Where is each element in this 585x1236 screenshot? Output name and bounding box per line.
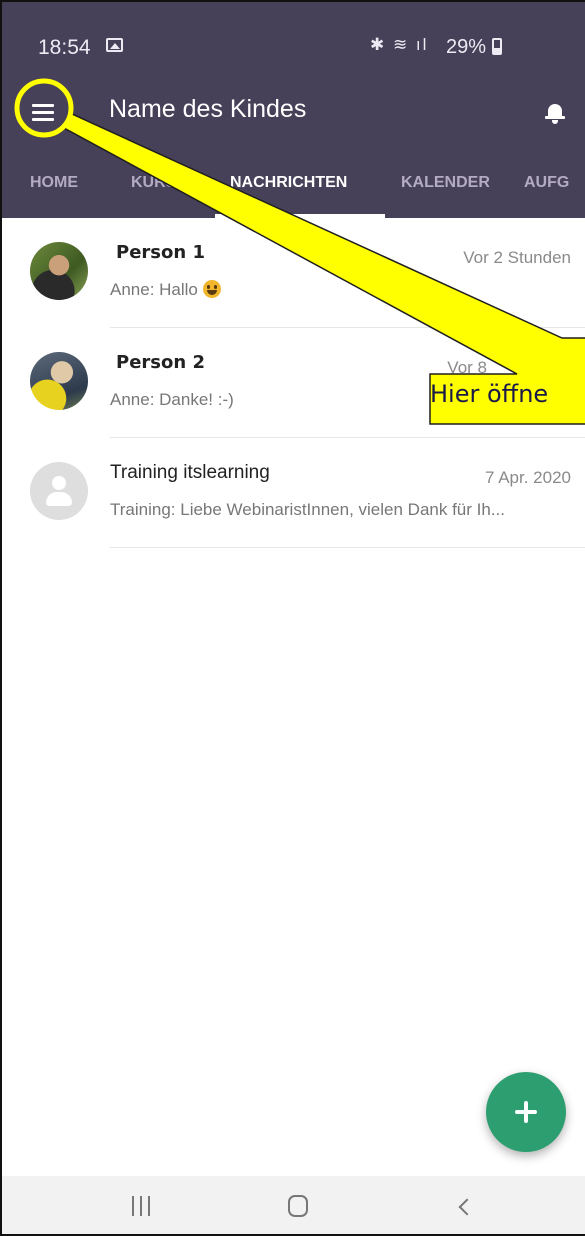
connectivity-icons: ✱ ≋ ıl: [370, 35, 429, 54]
message-preview: Training: Liebe WebinaristInnen, vielen …: [110, 500, 505, 519]
recents-icon[interactable]: [130, 1196, 152, 1216]
tab-aufgaben[interactable]: AUFG: [524, 174, 569, 192]
gallery-icon: [106, 38, 123, 52]
sender-name: Person 2: [116, 352, 205, 373]
message-preview: Anne: Hallo: [110, 280, 221, 300]
status-bar: 18:54 ✱ ≋ ıl 29%: [2, 2, 585, 86]
menu-button[interactable]: [22, 92, 68, 134]
message-time: Vor 2 Stunden: [463, 248, 571, 267]
hamburger-menu-icon: [32, 104, 54, 122]
message-preview: Anne: Danke! :-): [110, 390, 234, 409]
message-time: Vor 8: [447, 358, 487, 377]
sender-name: Training itslearning: [110, 462, 270, 483]
screen-frame: 18:54 ✱ ≋ ıl 29% Name des Kindes HOME KU…: [0, 0, 585, 1236]
annotation-text: Hier öffne: [430, 380, 549, 408]
tab-nachrichten[interactable]: NACHRICHTEN: [230, 174, 347, 192]
home-icon[interactable]: [288, 1195, 308, 1217]
message-row-person-1[interactable]: Person 1 Vor 2 Stunden Anne: Hallo: [2, 218, 585, 328]
tab-kalender[interactable]: KALENDER: [401, 174, 490, 192]
tab-bar: HOME KURSE NACHRICHTEN KALENDER AUFG: [2, 158, 585, 218]
status-time: 18:54: [38, 36, 91, 59]
avatar: [30, 242, 88, 300]
system-nav-bar: [2, 1176, 585, 1234]
app-bar: Name des Kindes: [2, 86, 585, 142]
avatar: [30, 352, 88, 410]
divider: [110, 547, 585, 548]
back-icon[interactable]: [454, 1196, 476, 1218]
app-title: Name des Kindes: [109, 95, 307, 123]
smiley-emoji-icon: [202, 280, 221, 298]
message-row-training[interactable]: Training itslearning 7 Apr. 2020 Trainin…: [2, 438, 585, 548]
notifications-button[interactable]: [538, 94, 574, 130]
default-avatar-icon: [30, 462, 88, 520]
app-header: 18:54 ✱ ≋ ıl 29% Name des Kindes HOME KU…: [2, 2, 585, 218]
sender-name: Person 1: [116, 242, 205, 263]
battery-level: 29%: [446, 36, 487, 58]
tab-kurse[interactable]: KURSE: [131, 174, 187, 192]
message-time: 7 Apr. 2020: [484, 468, 571, 487]
tab-home[interactable]: HOME: [30, 174, 78, 192]
battery-icon: [492, 38, 502, 55]
new-message-button[interactable]: [486, 1072, 566, 1152]
